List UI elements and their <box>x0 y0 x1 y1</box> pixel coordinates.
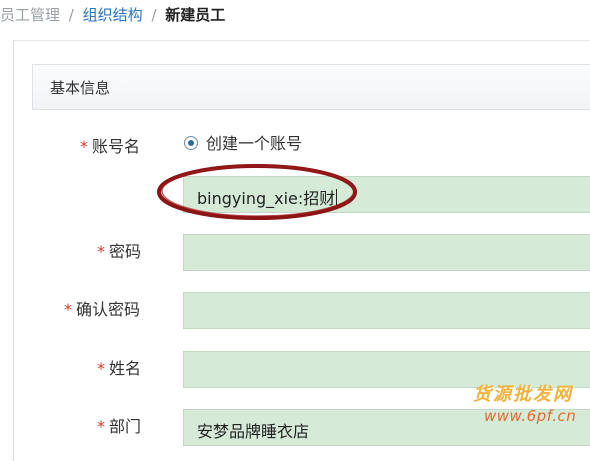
required-mark: * <box>97 359 105 378</box>
password-label-text: 密码 <box>109 242 142 261</box>
department-value: 安梦品牌睡衣店 <box>197 422 310 441</box>
breadcrumb: 员工管理 / 组织结构 / 新建员工 <box>0 0 590 34</box>
name-label-text: 姓名 <box>109 359 142 378</box>
department-label-text: 部门 <box>109 417 142 436</box>
password-input[interactable] <box>183 234 590 271</box>
create-account-radio-option[interactable]: 创建一个账号 <box>184 130 302 154</box>
required-mark: * <box>97 242 105 261</box>
required-mark: * <box>97 417 105 436</box>
department-label: * 部门 <box>97 413 141 437</box>
breadcrumb-separator: / <box>68 6 74 24</box>
confirm-password-input[interactable] <box>183 292 590 329</box>
name-label: * 姓名 <box>97 355 141 379</box>
required-mark: * <box>80 137 88 156</box>
section-title: 基本信息 <box>50 79 111 97</box>
confirm-password-label-text: 确认密码 <box>76 300 141 319</box>
account-label-text: 账号名 <box>92 137 141 156</box>
page-title: 新建员工 <box>165 6 226 24</box>
radio-selected-icon[interactable] <box>184 136 198 150</box>
breadcrumb-item-staff-management[interactable]: 员工管理 <box>0 0 60 30</box>
section-header: 基本信息 <box>32 64 590 110</box>
watermark-url: www.6pf.cn <box>484 407 577 425</box>
create-account-radio-label[interactable]: 创建一个账号 <box>206 130 302 154</box>
breadcrumb-item-org-structure[interactable]: 组织结构 <box>83 0 143 30</box>
required-mark: * <box>64 300 72 319</box>
account-label: * 账号名 <box>80 133 140 157</box>
breadcrumb-separator: / <box>151 6 157 24</box>
watermark: 货源批发网 www.6pf.cn <box>466 380 590 438</box>
watermark-site-name: 货源批发网 <box>473 384 573 405</box>
confirm-password-label: * 确认密码 <box>64 296 140 320</box>
highlight-ellipse-annotation <box>157 164 357 220</box>
password-label: * 密码 <box>97 238 141 262</box>
